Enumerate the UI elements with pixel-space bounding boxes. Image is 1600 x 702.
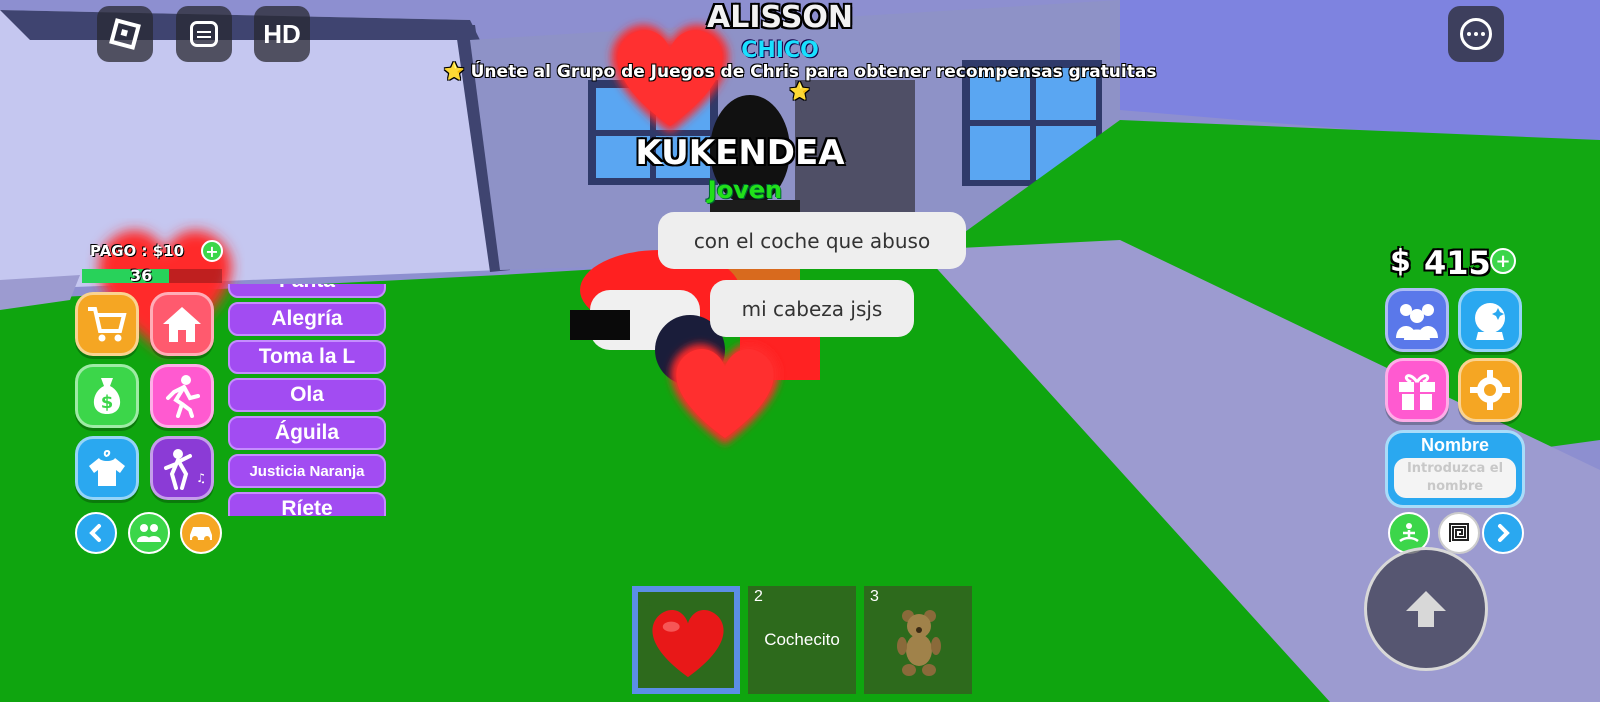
shop-cart-icon	[88, 307, 127, 342]
more-options-button[interactable]	[1448, 6, 1504, 62]
svg-text:♫: ♫	[196, 471, 204, 485]
settings-gear-icon	[1470, 370, 1510, 410]
clothing-button[interactable]	[75, 436, 139, 500]
car-button[interactable]	[180, 512, 222, 554]
home-button[interactable]	[150, 292, 214, 356]
player-name-tag: KUKENDEA	[635, 133, 845, 173]
arrow-right-icon	[1498, 524, 1510, 542]
money-bag-icon: $	[93, 378, 121, 414]
settings-button[interactable]	[1458, 358, 1522, 422]
home-icon	[163, 307, 201, 342]
slot-number: 2	[754, 588, 763, 605]
heart-icon	[652, 610, 724, 678]
player-age-tag: Joven	[707, 176, 783, 204]
pay-timer: 36	[130, 266, 153, 285]
gift-icon	[1399, 374, 1435, 410]
chat-button[interactable]	[176, 6, 232, 62]
slot-item-label: Cochecito	[764, 630, 840, 649]
pay-progress-fill	[82, 269, 169, 283]
emote-list[interactable]: Fanta Alegría Toma la L Ola Águila Justi…	[228, 284, 386, 516]
money-amount: 415	[1424, 244, 1491, 282]
name-input[interactable]: Introduzca el nombre	[1394, 458, 1516, 498]
emote-item[interactable]: Ríete	[228, 492, 386, 516]
jump-arrow-icon	[1406, 591, 1446, 627]
crystal-ball-icon	[1475, 303, 1505, 340]
emote-item[interactable]: Ola	[228, 378, 386, 412]
hotbar-slot-2[interactable]: 2 Cochecito	[748, 586, 856, 694]
arrow-left-icon	[89, 524, 101, 542]
hd-label: HD	[263, 18, 301, 49]
group-announcement: ⭐ Únete al Grupo de Juegos de Chris para…	[443, 62, 1157, 102]
teddy-bear-icon	[897, 610, 941, 676]
chat-icon	[190, 21, 218, 47]
money-button[interactable]: $	[75, 364, 139, 428]
chat-bubble: mi cabeza jsjs	[710, 280, 914, 337]
player-name-tag: ALISSON	[707, 0, 853, 35]
pay-label: PAGO : $10	[90, 242, 185, 260]
pay-add-button[interactable]: +	[201, 240, 223, 262]
name-label: Nombre	[1420, 435, 1489, 455]
friends-icon	[137, 524, 161, 542]
group-button[interactable]	[1385, 288, 1449, 352]
emote-item[interactable]: Toma la L	[228, 340, 386, 374]
hd-toggle-button[interactable]: HD	[254, 6, 310, 62]
roblox-menu-button[interactable]	[97, 6, 153, 62]
more-options-icon	[1460, 18, 1492, 50]
jump-button[interactable]	[1364, 547, 1488, 671]
arrow-right-button[interactable]	[1482, 512, 1524, 554]
clothing-hanger-icon	[89, 449, 125, 486]
dance-button[interactable]: ♫	[150, 436, 214, 500]
emote-item[interactable]: Justicia Naranja	[228, 454, 386, 488]
friends-button[interactable]	[128, 512, 170, 554]
emote-button[interactable]	[150, 364, 214, 428]
hotbar-slot-3[interactable]: 3	[864, 586, 972, 694]
spiral-icon	[1449, 523, 1469, 542]
shop-button[interactable]	[75, 292, 139, 356]
spin-icon	[1399, 523, 1419, 543]
spiral-button[interactable]	[1438, 512, 1480, 554]
heart-effect-icon	[670, 344, 780, 445]
name-panel: Nombre Introduzca el nombre	[1385, 430, 1525, 508]
group-icon	[1396, 304, 1438, 340]
arrow-left-button[interactable]	[75, 512, 117, 554]
running-emote-icon	[166, 375, 200, 418]
player-age-tag: CHICO	[741, 38, 819, 63]
dance-icon: ♫	[164, 449, 204, 490]
roblox-logo-icon	[109, 18, 141, 50]
svg-text:$: $	[101, 392, 114, 413]
emote-item[interactable]: Alegría	[228, 302, 386, 336]
car-icon	[190, 527, 212, 542]
crystal-ball-button[interactable]	[1458, 288, 1522, 352]
emote-item[interactable]: Fanta	[228, 284, 386, 298]
money-symbol: $	[1390, 244, 1411, 279]
chat-bubble: con el coche que abuso	[658, 212, 966, 269]
hotbar-slot-1[interactable]: 1	[632, 586, 740, 694]
emote-item[interactable]: Águila	[228, 416, 386, 450]
slot-number: 3	[870, 588, 879, 605]
add-money-button[interactable]: +	[1490, 248, 1516, 274]
gift-button[interactable]	[1385, 358, 1449, 422]
